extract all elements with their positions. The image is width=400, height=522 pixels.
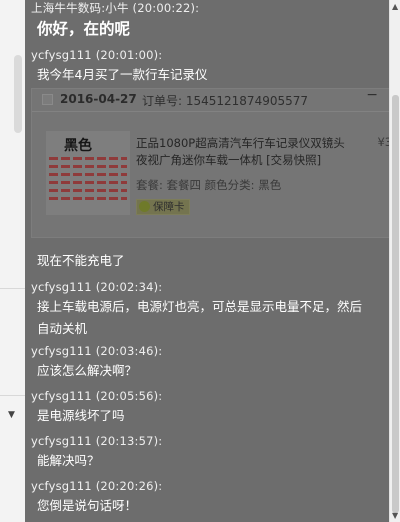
message-line: 接上车载电源后，电源灯也亮，可总是显示电量不足，然后	[37, 299, 363, 314]
collapse-icon[interactable]: −	[366, 87, 378, 103]
message-time: (20:01:00):	[95, 48, 163, 62]
message-text: 应该怎么解决啊？	[37, 363, 138, 378]
thumb-detail	[49, 157, 127, 160]
shield-icon	[139, 201, 150, 212]
sender-name: ycfysg111	[31, 389, 92, 403]
message-time: (20:02:34):	[95, 280, 163, 294]
product-price: ¥3:	[377, 135, 389, 149]
message-text: 是电源线坏了吗	[37, 408, 125, 423]
badge-label: 保障卡	[153, 201, 185, 213]
message-line: 自动关机	[37, 321, 88, 336]
thumb-detail	[49, 173, 127, 176]
sender-name: ycfysg111	[31, 344, 92, 358]
scrollbar-thumb[interactable]	[392, 95, 399, 513]
message-text: 现在不能充电了	[37, 253, 125, 268]
sender-name: ycfysg111	[31, 479, 92, 493]
dropdown-arrow-icon[interactable]: ▼	[8, 410, 15, 420]
chat-history-panel: 上海牛牛数码:小牛 (20:00:22): 你好，在的呢 ycfysg111 (…	[25, 0, 389, 522]
thumb-detail	[49, 197, 127, 200]
message-time: (20:05:56):	[95, 389, 163, 403]
sender-name: ycfysg111	[31, 434, 92, 448]
message-header: ycfysg111 (20:05:56):	[31, 389, 162, 403]
divider	[0, 288, 25, 289]
scroll-down-icon[interactable]: ▼	[392, 511, 398, 520]
message-header: 上海牛牛数码:小牛 (20:00:22):	[31, 0, 199, 16]
message-header: ycfysg111 (20:03:46):	[31, 344, 162, 358]
message-text: 你好，在的呢	[37, 20, 131, 38]
message-text: 能解决吗？	[37, 453, 100, 468]
message-header: ycfysg111 (20:20:26):	[31, 479, 162, 493]
sender-name: ycfysg111	[31, 280, 92, 294]
thumb-detail	[49, 181, 127, 184]
order-card[interactable]: 2016-04-27 订单号: 1545121874905577 − 黑色 正品…	[31, 87, 389, 238]
product-title-line: 夜视广角迷你车载一体机 [交易快照]	[136, 153, 322, 167]
guarantee-badge: 保障卡	[136, 199, 190, 215]
order-date: 2016-04-27	[60, 92, 137, 106]
sender-name: ycfysg111	[31, 48, 92, 62]
thumb-detail	[49, 189, 127, 192]
message-time: (20:20:26):	[95, 479, 163, 493]
message-text: 您倒是说句话呀！	[37, 498, 138, 513]
message-time: (20:13:57):	[95, 434, 163, 448]
sender-name: 上海牛牛数码:小牛	[31, 1, 129, 15]
scroll-up-icon[interactable]: ▲	[392, 2, 398, 11]
message-time: (20:00:22):	[132, 1, 200, 15]
message-time: (20:03:46):	[95, 344, 163, 358]
product-thumbnail[interactable]: 黑色	[46, 131, 130, 215]
checkbox[interactable]	[42, 94, 53, 105]
product-title-line: 正品1080P超高清汽车行车记录仪双镜头	[136, 136, 345, 150]
product-title[interactable]: 正品1080P超高清汽车行车记录仪双镜头 夜视广角迷你车载一体机 [交易快照]	[136, 135, 376, 169]
order-card-header: 2016-04-27 订单号: 1545121874905577 −	[32, 87, 389, 112]
message-header: ycfysg111 (20:02:34):	[31, 280, 162, 294]
message-header: ycfysg111 (20:13:57):	[31, 434, 162, 448]
message-text: 接上车载电源后，电源灯也亮，可总是显示电量不足，然后 自动关机	[37, 296, 382, 340]
divider	[0, 395, 25, 396]
order-number: 订单号: 1545121874905577	[142, 94, 309, 108]
product-options: 套餐: 套餐四 颜色分类: 黑色	[136, 178, 282, 192]
chat-scrollbar[interactable]: ▲ ▼	[389, 0, 400, 522]
message-text: 我今年4月买了一款行车记录仪	[37, 67, 208, 82]
background-window-strip: ▼	[0, 0, 26, 522]
thumb-detail	[49, 165, 127, 168]
thumb-color-label: 黑色	[64, 138, 92, 154]
scroll-handle[interactable]	[14, 55, 22, 133]
message-header: ycfysg111 (20:01:00):	[31, 48, 162, 62]
